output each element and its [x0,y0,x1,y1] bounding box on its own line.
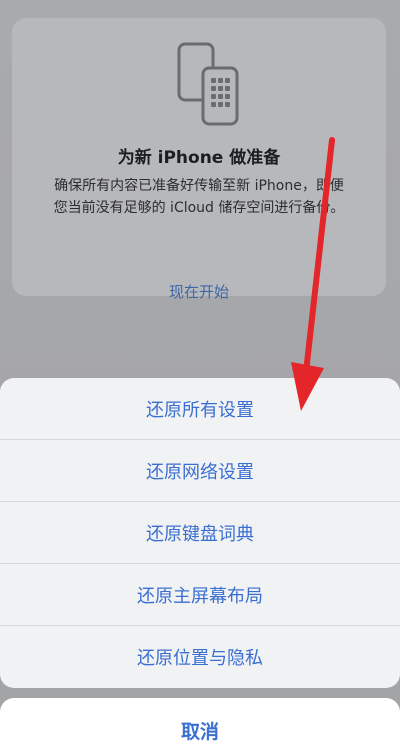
prepare-new-iphone-card: 为新 iPhone 做准备 确保所有内容已准备好传输至新 iPhone，即便 您… [12,18,386,301]
reset-network-settings-button[interactable]: 还原网络设置 [0,440,400,502]
cancel-button[interactable]: 取消 [0,698,400,753]
card-description: 确保所有内容已准备好传输至新 iPhone，即便 您当前没有足够的 iCloud… [53,178,345,216]
card-title: 为新 iPhone 做准备 [117,148,281,168]
reset-options-sheet: 还原所有设置 还原网络设置 还原键盘词典 还原主屏幕布局 还原位置与隐私 [0,378,400,688]
start-now-link[interactable]: 现在开始 [12,281,386,302]
reset-location-privacy-button[interactable]: 还原位置与隐私 [0,626,400,688]
reset-keyboard-dictionary-button[interactable]: 还原键盘词典 [0,502,400,564]
reset-all-settings-button[interactable]: 还原所有设置 [0,378,400,440]
reset-home-screen-layout-button[interactable]: 还原主屏幕布局 [0,564,400,626]
two-phones-icon [177,42,239,126]
